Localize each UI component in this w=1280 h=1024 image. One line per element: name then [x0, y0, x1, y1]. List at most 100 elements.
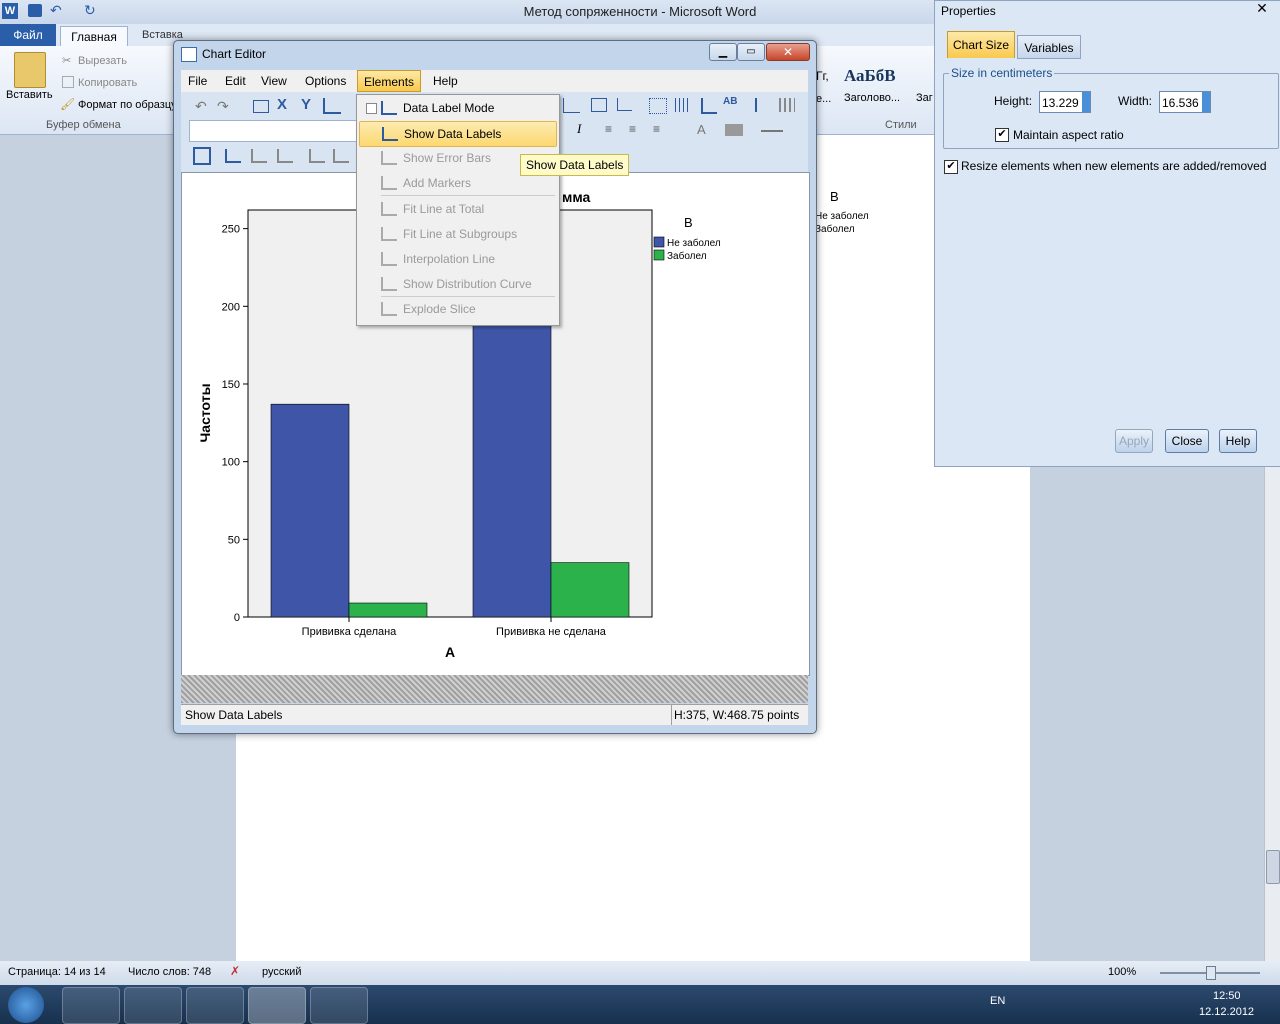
show-data-labels-icon[interactable]	[225, 149, 241, 163]
close-button[interactable]: Close	[1165, 429, 1209, 453]
legend-ab-icon[interactable]: AB	[723, 96, 737, 107]
styles-group-label: Стили	[885, 119, 917, 131]
zoom-level[interactable]: 100%	[1108, 966, 1136, 978]
y-axis-icon[interactable]: Y	[301, 96, 311, 113]
legend-label: Не заболел	[667, 237, 721, 249]
scale-icon[interactable]	[323, 98, 341, 114]
tab-home[interactable]: Главная	[60, 26, 128, 47]
paste-button-label[interactable]: Вставить	[6, 89, 53, 101]
width-spinner-icon[interactable]	[1202, 92, 1210, 112]
taskbar-ie-icon[interactable]	[62, 987, 120, 1024]
tab-chart-size[interactable]: Chart Size	[947, 31, 1015, 58]
elements-dropdown-menu: Data Label Mode Show Data Labels Show Erro…	[356, 94, 560, 326]
error-bars-icon[interactable]	[251, 149, 267, 163]
align-center-icon[interactable]: ≡	[629, 122, 636, 136]
properties-close-icon[interactable]: ✕	[1247, 0, 1277, 18]
taskbar-word-icon[interactable]	[248, 987, 306, 1024]
chart-title: мма	[562, 189, 591, 205]
maintain-aspect-label: Maintain aspect ratio	[1013, 128, 1124, 142]
scrollbar-thumb[interactable]	[1266, 850, 1280, 884]
style-partial-text-2: е...	[816, 93, 832, 105]
menu-item-label: Fit Line at Subgroups	[403, 227, 518, 241]
menu-item-show-distribution-curve[interactable]: Show Distribution Curve	[359, 272, 555, 296]
style-heading2-label[interactable]: Заг	[916, 92, 933, 104]
frame-icon[interactable]	[591, 98, 607, 112]
fill-color-icon[interactable]	[725, 124, 743, 136]
menu-item-data-label-mode[interactable]: Data Label Mode	[359, 96, 555, 120]
taskbar-time[interactable]: 12:50	[1213, 990, 1241, 1002]
align-right-icon[interactable]: ≡	[653, 122, 660, 136]
error-bars-icon	[381, 151, 397, 165]
redo-icon[interactable]: ↷	[217, 98, 229, 115]
tab-file[interactable]: Файл	[0, 24, 56, 46]
reference-line-icon[interactable]	[617, 98, 632, 111]
font-color-icon[interactable]: A	[697, 122, 706, 137]
apply-button[interactable]: Apply	[1115, 429, 1153, 453]
menu-edit[interactable]: Edit	[225, 74, 246, 88]
menu-item-fit-line-at-subgroups[interactable]: Fit Line at Subgroups	[359, 222, 555, 246]
resize-elements-checkbox[interactable]: ✔	[944, 160, 958, 174]
menu-separator	[381, 195, 555, 196]
format-painter-button[interactable]: Формат по образцу	[78, 99, 173, 111]
y-tick-label: 250	[222, 224, 240, 236]
taskbar-spss-icon[interactable]	[310, 987, 368, 1024]
data-label-mode-checkbox[interactable]	[366, 103, 377, 114]
menu-item-show-data-labels[interactable]: Show Data Labels	[359, 121, 557, 147]
line-style-icon[interactable]	[761, 130, 783, 132]
chart-editor-titlebar[interactable]: Chart Editor ▁ ▭ ✕	[174, 41, 816, 67]
fit-line-icon[interactable]	[309, 149, 325, 163]
status-word-count[interactable]: Число слов: 748	[128, 966, 211, 978]
taskbar-chrome-icon[interactable]	[124, 987, 182, 1024]
height-spinner-icon[interactable]	[1082, 92, 1090, 112]
data-label-mode-icon[interactable]	[193, 147, 211, 165]
fit-subgroups-icon[interactable]	[333, 149, 349, 163]
data-label-mode-icon	[381, 101, 397, 115]
cut-button[interactable]: Вырезать	[78, 55, 127, 67]
style-heading-sample[interactable]: АаБбВ	[844, 66, 896, 86]
grid-icon[interactable]	[675, 98, 691, 112]
menu-item-fit-line-at-total[interactable]: Fit Line at Total	[359, 197, 555, 221]
bar-chart-icon[interactable]	[755, 98, 771, 112]
menu-file[interactable]: File	[188, 74, 207, 88]
menu-elements[interactable]: Elements	[357, 70, 422, 92]
grid-lines-icon[interactable]	[649, 98, 667, 114]
legend-swatch	[653, 249, 665, 261]
markers-icon	[381, 176, 397, 190]
menu-item-label: Show Data Labels	[404, 127, 502, 141]
status-language[interactable]: русский	[262, 966, 301, 978]
help-button[interactable]: Help	[1219, 429, 1257, 453]
style-heading-label[interactable]: Заголово...	[844, 92, 900, 104]
distribution-curve-icon	[381, 277, 397, 291]
paste-icon[interactable]	[14, 52, 46, 88]
taskbar-date[interactable]: 12.12.2012	[1199, 1006, 1254, 1018]
taskbar-explorer-icon[interactable]	[186, 987, 244, 1024]
zoom-slider-thumb[interactable]	[1206, 966, 1216, 980]
menu-options[interactable]: Options	[305, 74, 346, 88]
properties-icon[interactable]	[253, 100, 269, 113]
chart-type-icon[interactable]	[779, 98, 795, 112]
x-axis-icon[interactable]: X	[277, 96, 287, 113]
markers-icon[interactable]	[277, 149, 293, 163]
copy-button[interactable]: Копировать	[78, 77, 137, 89]
undo-icon[interactable]: ↶	[195, 98, 207, 115]
italic-icon[interactable]: I	[577, 121, 581, 137]
menu-item-explode-slice[interactable]: Explode Slice	[359, 297, 555, 321]
menu-help[interactable]: Help	[433, 74, 458, 88]
status-page[interactable]: Страница: 14 из 14	[8, 966, 106, 978]
minimize-icon[interactable]: ▁	[709, 43, 737, 61]
menu-item-interpolation-line[interactable]: Interpolation Line	[359, 247, 555, 271]
maintain-aspect-checkbox[interactable]: ✔	[995, 128, 1009, 142]
menu-item-label: Explode Slice	[403, 302, 476, 316]
close-window-icon[interactable]: ✕	[766, 43, 810, 61]
explode-slice-icon	[381, 302, 397, 316]
properties-title: Properties	[941, 4, 996, 18]
start-button-icon[interactable]	[8, 987, 44, 1023]
align-left-icon[interactable]: ≡	[605, 122, 612, 136]
axis-scale-icon[interactable]	[701, 98, 717, 114]
maximize-icon[interactable]: ▭	[737, 43, 765, 61]
taskbar-language[interactable]: EN	[990, 995, 1005, 1007]
axis-icon[interactable]	[563, 98, 580, 113]
spellcheck-icon[interactable]: ✗	[230, 964, 240, 978]
menu-view[interactable]: View	[261, 74, 287, 88]
tab-variables[interactable]: Variables	[1017, 35, 1081, 59]
